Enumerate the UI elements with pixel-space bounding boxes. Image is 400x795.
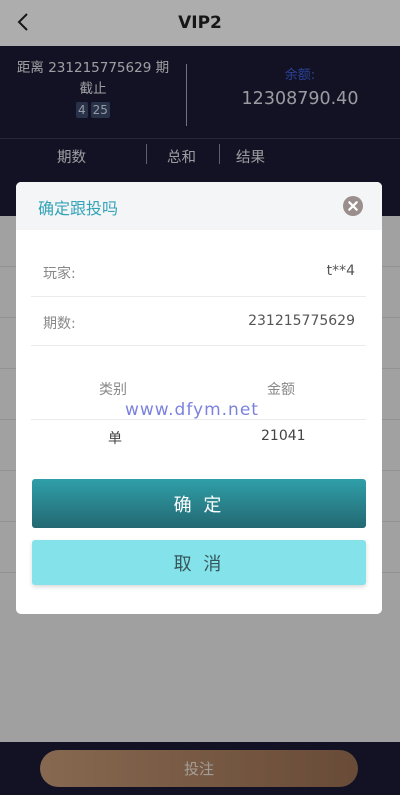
type-column-header: 类别 xyxy=(99,382,127,398)
close-icon[interactable] xyxy=(343,196,363,216)
period-label: 期数: xyxy=(43,316,76,332)
period-value: 231215775629 xyxy=(248,313,355,329)
dialog-title: 确定跟投吗 xyxy=(38,199,119,218)
cancel-button[interactable]: 取 消 xyxy=(32,540,366,585)
amount-column-header: 金额 xyxy=(267,382,295,398)
bet-type-value: 单 xyxy=(108,431,122,447)
dialog-header: 确定跟投吗 xyxy=(16,182,382,230)
player-value: t**4 xyxy=(326,263,355,279)
watermark: www.dfym.net xyxy=(125,400,259,420)
bet-amount-value: 21041 xyxy=(261,428,306,444)
player-label: 玩家: xyxy=(43,266,76,282)
confirm-follow-dialog: 确定跟投吗 玩家: t**4 期数: 231215775629 类别 金额 单 … xyxy=(16,182,382,614)
divider xyxy=(31,345,366,346)
confirm-button[interactable]: 确 定 xyxy=(32,479,366,528)
divider xyxy=(31,296,366,297)
